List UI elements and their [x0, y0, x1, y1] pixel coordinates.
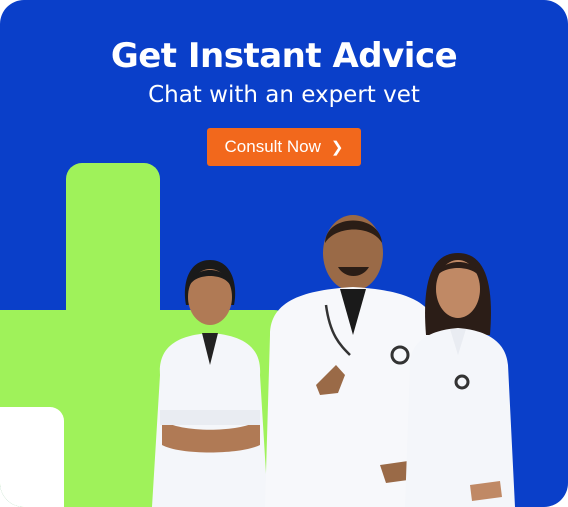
- consult-now-button[interactable]: Consult Now ❯: [207, 128, 361, 166]
- consult-banner: Get Instant Advice Chat with an expert v…: [0, 0, 568, 507]
- vet-team-photo: [152, 215, 515, 507]
- banner-subtitle: Chat with an expert vet: [148, 82, 420, 108]
- banner-title: Get Instant Advice: [110, 36, 458, 76]
- vet-woman-left: [152, 260, 268, 507]
- chevron-right-icon: ❯: [330, 139, 344, 156]
- vet-woman-right: [405, 253, 515, 507]
- white-corner-block: [0, 407, 64, 507]
- consult-now-label: Consult Now: [224, 137, 321, 156]
